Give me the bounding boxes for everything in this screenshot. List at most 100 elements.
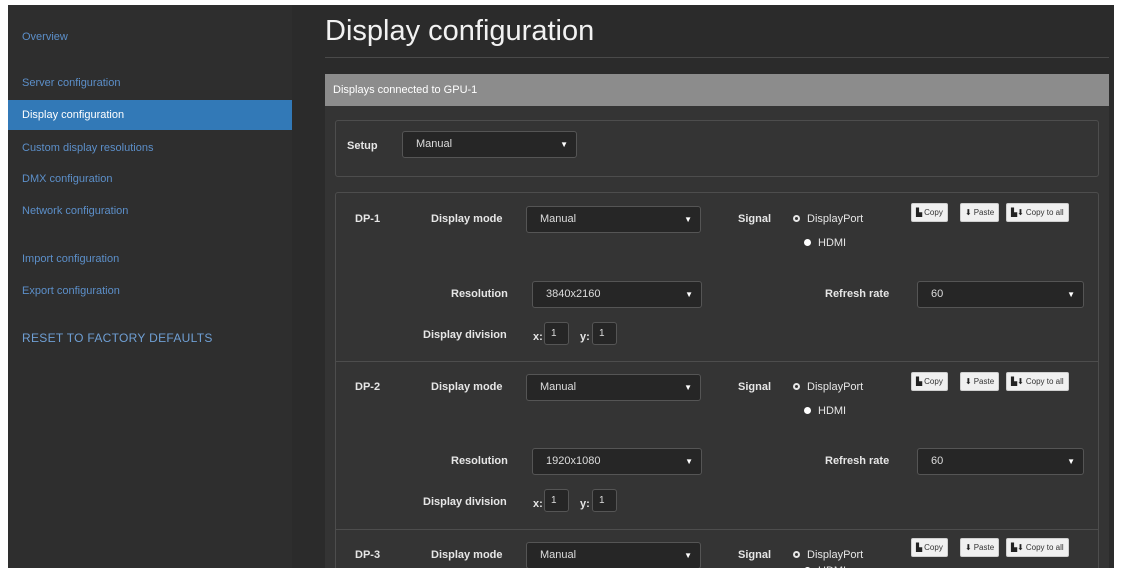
copy-icon: ▙ [916,208,923,217]
display-mode-label: Display mode [431,381,503,393]
paste-button[interactable]: ⬇ Paste [960,372,1000,391]
copy-to-all-button-label: Copy to all [1025,208,1064,217]
copy-button[interactable]: ▙ Copy [911,538,948,557]
sidebar-item-export-configuration[interactable]: Export configuration [8,276,292,306]
division-y-input[interactable]: 1 [592,322,617,345]
division-x-input[interactable]: 1 [544,489,569,512]
display-mode-value: Manual [540,213,577,225]
division-x-input[interactable]: 1 [544,322,569,345]
main-content: Display configuration Displays connected… [292,5,1114,568]
caret-down-icon: ▼ [685,290,693,299]
copy-button-label: Copy [924,208,943,217]
display-mode-label: Display mode [431,213,503,225]
division-x-label: x: [533,498,543,510]
panel-body: Setup Manual ▼ DP-1 Display mode Manual … [325,106,1109,568]
setup-label: Setup [347,140,378,152]
radio-icon [793,215,800,222]
signal-radio-displayport[interactable]: DisplayPort [793,549,863,561]
resolution-select[interactable]: 3840x2160 ▼ [532,281,702,308]
copy-to-all-button-label: Copy to all [1025,543,1064,552]
signal-label: Signal [738,381,772,393]
copy-to-all-icon: ▙⬇ [1011,208,1024,217]
resolution-select[interactable]: 1920x1080 ▼ [532,448,702,475]
refresh-rate-value: 60 [931,288,944,300]
app-window: Overview Server configuration Display co… [8,5,1114,568]
paste-button[interactable]: ⬇ Paste [960,203,1000,222]
signal-option-label: HDMI [818,565,846,568]
panel-header: Displays connected to GPU-1 [325,74,1109,106]
signal-label: Signal [738,213,772,225]
signal-radio-displayport[interactable]: DisplayPort [793,381,863,393]
signal-label: Signal [738,549,772,561]
display-mode-select[interactable]: Manual ▼ [526,206,701,233]
setup-select-value: Manual [416,138,453,150]
radio-icon [804,239,811,246]
sidebar-item-server-configuration[interactable]: Server configuration [8,68,292,98]
paste-button[interactable]: ⬇ Paste [960,538,1000,557]
sidebar-item-network-configuration[interactable]: Network configuration [8,196,292,226]
copy-to-all-icon: ▙⬇ [1011,543,1024,552]
signal-radio-hdmi[interactable]: HDMI [804,405,846,417]
copy-button-label: Copy [924,543,943,552]
resolution-label: Resolution [451,455,508,467]
sidebar-item-custom-display-resolutions[interactable]: Custom display resolutions [8,133,292,163]
resolution-label: Resolution [451,288,508,300]
display-mode-select[interactable]: Manual ▼ [526,542,701,568]
display-mode-value: Manual [540,549,577,561]
display-name: DP-2 [355,381,381,393]
division-y-label: y: [580,498,590,510]
sidebar-item-dmx-configuration[interactable]: DMX configuration [8,164,292,194]
display-mode-label: Display mode [431,549,503,561]
paste-button-label: Paste [973,543,995,552]
signal-option-label: DisplayPort [807,549,864,561]
division-y-input[interactable]: 1 [592,489,617,512]
copy-to-all-icon: ▙⬇ [1011,377,1024,386]
copy-to-all-button-label: Copy to all [1025,377,1064,386]
paste-icon: ⬇ [965,208,972,217]
refresh-rate-label: Refresh rate [825,455,890,467]
paste-button-label: Paste [973,208,995,217]
refresh-rate-select[interactable]: 60 ▼ [917,448,1084,475]
paste-button-label: Paste [973,377,995,386]
caret-down-icon: ▼ [1067,457,1075,466]
reset-factory-defaults-link[interactable]: RESET TO FACTORY DEFAULTS [8,323,292,353]
caret-down-icon: ▼ [1067,290,1075,299]
sidebar: Overview Server configuration Display co… [8,5,292,568]
signal-radio-hdmi[interactable]: HDMI [804,237,846,249]
copy-button[interactable]: ▙ Copy [911,372,948,391]
page-title: Display configuration [325,15,595,47]
sidebar-item-overview[interactable]: Overview [8,22,292,52]
caret-down-icon: ▼ [560,140,568,149]
display-name: DP-1 [355,213,381,225]
refresh-rate-value: 60 [931,455,944,467]
resolution-value: 1920x1080 [546,455,601,467]
display-divider [335,361,1099,362]
signal-radio-hdmi[interactable]: HDMI [804,565,846,568]
caret-down-icon: ▼ [684,215,692,224]
radio-icon [793,383,800,390]
caret-down-icon: ▼ [684,551,692,560]
signal-option-label: DisplayPort [807,213,864,225]
copy-button[interactable]: ▙ Copy [911,203,948,222]
refresh-rate-select[interactable]: 60 ▼ [917,281,1084,308]
display-mode-select[interactable]: Manual ▼ [526,374,701,401]
copy-to-all-button[interactable]: ▙⬇ Copy to all [1006,372,1069,391]
resolution-value: 3840x2160 [546,288,601,300]
display-name: DP-3 [355,549,381,561]
radio-icon [804,407,811,414]
signal-option-label: HDMI [818,237,847,249]
display-division-label: Display division [423,329,507,341]
setup-select[interactable]: Manual ▼ [402,131,577,158]
signal-option-label: HDMI [818,405,847,417]
signal-radio-displayport[interactable]: DisplayPort [793,213,863,225]
setup-box: Setup Manual ▼ [335,120,1099,177]
sidebar-item-display-configuration[interactable]: Display configuration [8,100,292,130]
title-divider [325,57,1109,58]
display-divider [335,529,1099,530]
caret-down-icon: ▼ [685,457,693,466]
copy-to-all-button[interactable]: ▙⬇ Copy to all [1006,538,1069,557]
refresh-rate-label: Refresh rate [825,288,890,300]
sidebar-item-import-configuration[interactable]: Import configuration [8,244,292,274]
copy-to-all-button[interactable]: ▙⬇ Copy to all [1006,203,1069,222]
copy-icon: ▙ [916,543,923,552]
